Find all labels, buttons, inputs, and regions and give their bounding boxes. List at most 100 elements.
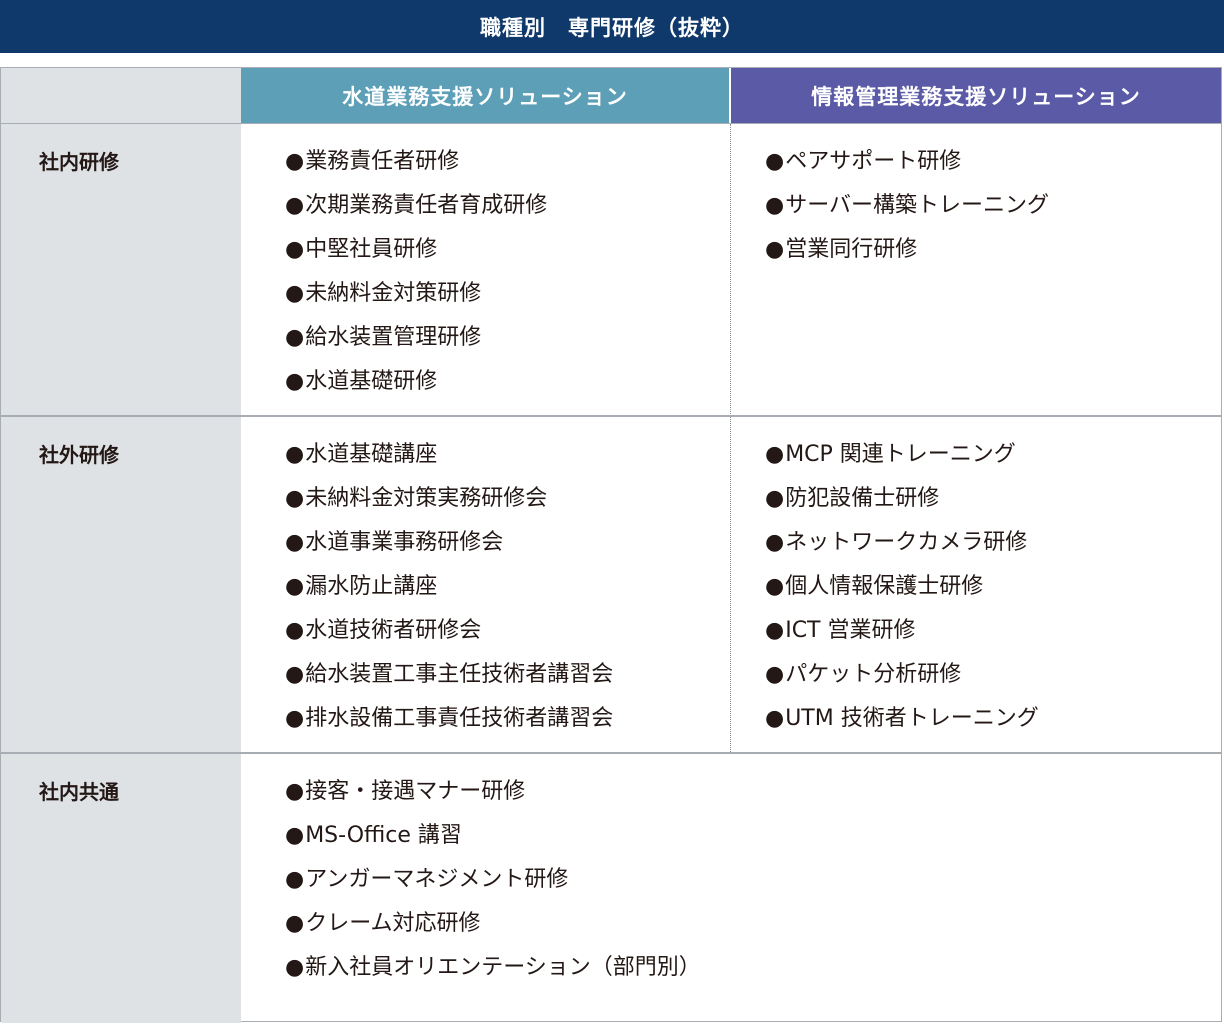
bullet-icon: ● — [285, 955, 305, 980]
list-item: ●水道技術者研修会 — [285, 613, 613, 657]
bullet-icon: ● — [765, 574, 785, 599]
bullet-icon: ● — [285, 325, 305, 350]
water-training-list: ●水道基礎講座 ●未納料金対策実務研修会 ●水道事業事務研修会 ●漏水防止講座 ●水道技… — [285, 437, 613, 745]
list-item: ●サーバー構築トレーニング — [765, 188, 1049, 232]
list-item-label: 防犯設備士研修 — [785, 486, 940, 511]
list-item-label: 未納料金対策研修 — [305, 281, 482, 306]
list-item: ●新入社員オリエンテーション（部門別） — [285, 950, 701, 994]
list-item: ●ペアサポート研修 — [765, 144, 1049, 188]
list-item-label: サーバー構築トレーニング — [785, 193, 1049, 218]
list-item: ●MS-Office 講習 — [285, 818, 701, 862]
list-item: ●給水装置管理研修 — [285, 320, 547, 364]
list-item-label: ICT 営業研修 — [785, 618, 916, 643]
bullet-icon: ● — [285, 369, 305, 394]
table-row-external-training: 社外研修 ●水道基礎講座 ●未納料金対策実務研修会 ●水道事業事務研修会 ●漏水防止講… — [1, 415, 1221, 754]
list-item-label: 水道基礎講座 — [305, 442, 438, 467]
list-item: ●MCP 関連トレーニング — [765, 437, 1039, 481]
list-item: ●UTM 技術者トレーニング — [765, 701, 1039, 745]
header-corner-cell — [1, 68, 241, 123]
bullet-icon: ● — [285, 237, 305, 262]
list-item-label: パケット分析研修 — [785, 662, 962, 687]
list-item: ●排水設備工事責任技術者講習会 — [285, 701, 613, 745]
list-item: ●接客・接遇マナー研修 — [285, 774, 701, 818]
list-item-label: MCP 関連トレーニング — [785, 442, 1016, 467]
list-item: ●給水装置工事主任技術者講習会 — [285, 657, 613, 701]
list-item: ●ネットワークカメラ研修 — [765, 525, 1039, 569]
bullet-icon: ● — [765, 662, 785, 687]
list-item: ●水道基礎研修 — [285, 364, 547, 408]
bullet-icon: ● — [285, 281, 305, 306]
table-row-common-training: 社内共通 ●接客・接遇マナー研修 ●MS-Office 講習 ●アンガーマネジメント… — [1, 752, 1221, 1023]
bullet-icon: ● — [285, 530, 305, 555]
list-item: ●次期業務責任者育成研修 — [285, 188, 547, 232]
training-table: 水道業務支援ソリューション 情報管理業務支援ソリューション 社内研修 ●業務責任… — [0, 67, 1222, 1023]
list-item: ●未納料金対策研修 — [285, 276, 547, 320]
list-item-label: アンガーマネジメント研修 — [305, 867, 569, 892]
list-item: ●クレーム対応研修 — [285, 906, 701, 950]
list-item-label: 水道基礎研修 — [305, 369, 438, 394]
list-item: ●アンガーマネジメント研修 — [285, 862, 701, 906]
list-item-label: クレーム対応研修 — [305, 911, 481, 936]
bullet-icon: ● — [765, 618, 785, 643]
bullet-icon: ● — [765, 237, 785, 262]
bullet-icon: ● — [285, 823, 305, 848]
list-item-label: 給水装置管理研修 — [305, 325, 482, 350]
bullet-icon: ● — [765, 193, 785, 218]
list-item-label: 中堅社員研修 — [305, 237, 438, 262]
list-item: ●営業同行研修 — [765, 232, 1049, 276]
table-title: 職種別 専門研修（抜粋） — [0, 0, 1224, 53]
list-item: ●個人情報保護士研修 — [765, 569, 1039, 613]
list-item-label: ネットワークカメラ研修 — [785, 530, 1028, 555]
list-item-label: 個人情報保護士研修 — [785, 574, 984, 599]
row-label: 社内共通 — [39, 780, 119, 804]
water-training-list: ●業務責任者研修 ●次期業務責任者育成研修 ●中堅社員研修 ●未納料金対策研修 ●給水装… — [285, 144, 547, 408]
bullet-icon: ● — [285, 867, 305, 892]
common-training-list: ●接客・接遇マナー研修 ●MS-Office 講習 ●アンガーマネジメント研修 ●クレ… — [285, 774, 701, 994]
list-item-label: 接客・接遇マナー研修 — [305, 779, 526, 804]
bullet-icon: ● — [765, 486, 785, 511]
list-item: ●未納料金対策実務研修会 — [285, 481, 613, 525]
column-divider — [730, 417, 731, 754]
column-divider — [730, 124, 731, 416]
list-item: ●水道事業事務研修会 — [285, 525, 613, 569]
list-item: ●パケット分析研修 — [765, 657, 1039, 701]
list-item-label: 水道技術者研修会 — [305, 618, 482, 643]
list-item-label: 次期業務責任者育成研修 — [305, 193, 548, 218]
list-item: ●防犯設備士研修 — [765, 481, 1039, 525]
bullet-icon: ● — [285, 193, 305, 218]
bullet-icon: ● — [285, 911, 305, 936]
list-item: ●業務責任者研修 — [285, 144, 547, 188]
bullet-icon: ● — [285, 149, 305, 174]
bullet-icon: ● — [285, 662, 305, 687]
table-row-internal-training: 社内研修 ●業務責任者研修 ●次期業務責任者育成研修 ●中堅社員研修 ●未納料金対策研… — [1, 123, 1221, 416]
bullet-icon: ● — [285, 618, 305, 643]
row-label: 社外研修 — [39, 443, 119, 467]
list-item-label: UTM 技術者トレーニング — [785, 706, 1039, 731]
list-item: ●漏水防止講座 — [285, 569, 613, 613]
list-item: ●水道基礎講座 — [285, 437, 613, 481]
list-item: ●中堅社員研修 — [285, 232, 547, 276]
column-header-info: 情報管理業務支援ソリューション — [731, 68, 1221, 123]
row-label-cell: 社外研修 — [1, 417, 241, 754]
info-training-list: ●ペアサポート研修 ●サーバー構築トレーニング ●営業同行研修 — [765, 144, 1049, 276]
header-row: 水道業務支援ソリューション 情報管理業務支援ソリューション — [1, 68, 1221, 123]
list-item-label: 漏水防止講座 — [305, 574, 438, 599]
info-training-list: ●MCP 関連トレーニング ●防犯設備士研修 ●ネットワークカメラ研修 ●個人情報保護… — [765, 437, 1039, 745]
bullet-icon: ● — [285, 574, 305, 599]
bullet-icon: ● — [765, 530, 785, 555]
bullet-icon: ● — [765, 149, 785, 174]
bullet-icon: ● — [285, 779, 305, 804]
bullet-icon: ● — [765, 706, 785, 731]
row-label-cell: 社内研修 — [1, 124, 241, 416]
row-label: 社内研修 — [39, 150, 119, 174]
bullet-icon: ● — [285, 486, 305, 511]
row-label-cell: 社内共通 — [1, 754, 241, 1023]
column-header-water: 水道業務支援ソリューション — [241, 68, 729, 123]
list-item-label: 業務責任者研修 — [305, 149, 460, 174]
list-item-label: 未納料金対策実務研修会 — [305, 486, 548, 511]
list-item-label: 営業同行研修 — [785, 237, 918, 262]
list-item-label: 給水装置工事主任技術者講習会 — [305, 662, 614, 687]
list-item: ●ICT 営業研修 — [765, 613, 1039, 657]
list-item-label: 排水設備工事責任技術者講習会 — [305, 706, 614, 731]
bullet-icon: ● — [765, 442, 785, 467]
